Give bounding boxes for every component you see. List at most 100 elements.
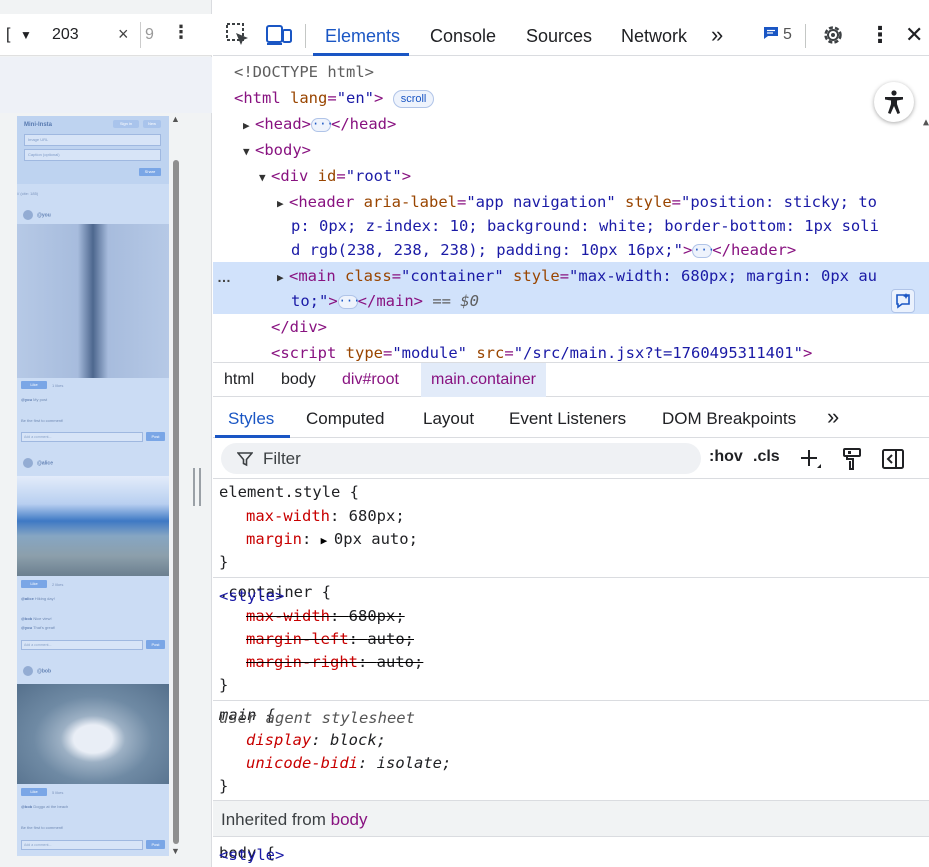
breadcrumb-div-root[interactable]: div#root (342, 371, 399, 389)
breadcrumb-main-container[interactable]: main.container (421, 363, 546, 397)
dom-node-head[interactable]: ▶ <head>···</head> (213, 112, 929, 137)
scroll-up-icon[interactable]: ▲ (171, 114, 180, 124)
tab-dom-breakpoints[interactable]: DOM Breakpoints (662, 409, 796, 429)
tab-elements[interactable]: Elements (325, 26, 400, 47)
dimensions-dropdown-icon[interactable]: ▼ (20, 28, 32, 42)
dom-node-header[interactable]: ▶ <header aria-label="app navigation" sty… (213, 190, 929, 215)
dimensions-menu-icon[interactable]: [ (6, 26, 10, 44)
breadcrumb-html[interactable]: html (224, 371, 254, 389)
dom-node-doctype[interactable]: <!DOCTYPE html> (213, 60, 929, 85)
like-button[interactable]: Like (21, 788, 47, 796)
tab-sources[interactable]: Sources (526, 26, 592, 47)
height-input[interactable] (140, 22, 158, 48)
rule-close: } (219, 553, 229, 571)
style-property[interactable]: max-width: 680px; (246, 505, 405, 528)
dom-node-div-root[interactable]: ▼ <div id="root"> (213, 164, 929, 189)
device-toolbar: [ ▼ × ⋮ (0, 14, 212, 56)
rule-close: } (219, 676, 229, 694)
collapse-triangle-icon[interactable]: ▼ (243, 139, 255, 164)
scroll-badge[interactable]: scroll (392, 89, 435, 108)
post-author[interactable]: @you (23, 210, 51, 220)
avatar (23, 210, 33, 220)
collapse-triangle-icon[interactable]: ▼ (259, 165, 271, 190)
device-viewport[interactable]: Mini-Insta Sign in New Image URL Caption… (17, 116, 169, 856)
empty-comments: Be the first to comment! (21, 825, 64, 830)
collapsed-children-icon[interactable]: ··· (692, 243, 715, 258)
post-comment-button[interactable]: Post (146, 640, 165, 649)
hover-state-toggle[interactable]: :hov (709, 448, 743, 466)
tab-layout[interactable]: Layout (423, 409, 474, 429)
device-resize-handle[interactable] (193, 468, 201, 506)
scroll-up-icon[interactable]: ▲ (923, 117, 929, 128)
device-toolbar-icon[interactable] (265, 22, 293, 48)
collapsed-children-icon[interactable]: ··· (337, 294, 360, 309)
inherited-tag-link[interactable]: body (331, 810, 368, 829)
tab-console[interactable]: Console (430, 26, 496, 47)
device-more-icon[interactable]: ⋮ (172, 22, 190, 43)
message-icon (764, 27, 778, 39)
breadcrumb-body[interactable]: body (281, 371, 316, 389)
issues-count: 5 (783, 26, 792, 43)
image-url-input[interactable]: Image URL (24, 134, 161, 146)
post-caption: @you My post (21, 397, 48, 402)
style-property-overridden[interactable]: margin-left: auto; (246, 628, 414, 651)
comment-input[interactable]: Add a comment... (21, 432, 143, 442)
device-scrollbar-thumb[interactable] (173, 160, 179, 844)
post-comment-button[interactable]: Post (146, 840, 165, 849)
tab-network[interactable]: Network (621, 26, 687, 47)
like-button[interactable]: Like (21, 580, 47, 588)
tab-computed[interactable]: Computed (306, 409, 384, 429)
dom-node-main[interactable]: ▶ <main class="container" style="max-widt… (213, 264, 929, 289)
filter-input[interactable]: Filter (221, 443, 701, 474)
accessibility-icon (885, 90, 903, 114)
expand-triangle-icon[interactable]: ▶ (277, 265, 289, 290)
comment: @bob Nice view! (21, 616, 52, 621)
more-tabs-icon[interactable]: » (711, 22, 723, 48)
dom-node-div-end[interactable]: </div> (213, 315, 929, 340)
dom-node-header-cont: p: 0px; z-index: 10; background: white; … (291, 217, 879, 235)
expand-shorthand-icon[interactable]: ▶ (321, 534, 334, 547)
class-toggle[interactable]: .cls (753, 448, 780, 466)
rule-selector[interactable]: element.style { (219, 481, 359, 504)
toggle-sidebar-icon[interactable] (881, 447, 905, 471)
avatar (23, 458, 33, 468)
style-property[interactable]: margin: ▶ 0px auto; (246, 528, 418, 551)
new-rule-icon[interactable] (799, 448, 823, 472)
dom-node-html[interactable]: <html lang="en"> scroll (213, 86, 929, 111)
caption-input[interactable]: Caption (optional) (24, 149, 161, 161)
rule-container: .container { <style> max-width: 680px; m… (213, 578, 929, 701)
post-comment-button[interactable]: Post (146, 432, 165, 441)
comment-input[interactable]: Add a comment... (21, 840, 143, 850)
app-signin-button[interactable]: Sign in (113, 120, 139, 128)
expand-triangle-icon[interactable]: ▶ (243, 113, 255, 138)
collapsed-children-icon[interactable]: ··· (311, 117, 334, 132)
more-sidebar-tabs-icon[interactable]: » (827, 404, 839, 430)
tab-event-listeners[interactable]: Event Listeners (509, 409, 626, 429)
ai-assistance-button[interactable] (891, 289, 915, 313)
width-input[interactable] (46, 22, 112, 48)
close-devtools-icon[interactable]: ✕ (905, 22, 923, 48)
scroll-down-icon[interactable]: ▼ (171, 846, 180, 856)
dom-tree: … <!DOCTYPE html> <html lang="en"> scrol… (213, 57, 929, 361)
dom-node-script[interactable]: <script type="module" src="/src/main.jsx… (213, 341, 929, 361)
accessibility-button[interactable] (874, 82, 914, 122)
avatar (23, 666, 33, 676)
expand-triangle-icon[interactable]: ▶ (277, 191, 289, 216)
settings-gear-icon[interactable] (821, 22, 845, 48)
tab-styles[interactable]: Styles (228, 409, 274, 429)
rule-element-style: element.style { max-width: 680px; margin… (213, 480, 929, 578)
post-author[interactable]: @bob (23, 666, 51, 676)
rule-source-link[interactable]: <style> (219, 844, 915, 867)
style-property-overridden[interactable]: margin-right: auto; (246, 651, 423, 674)
paint-brush-icon[interactable] (841, 447, 863, 471)
style-property-overridden[interactable]: max-width: 680px; (246, 605, 405, 628)
inspect-element-icon[interactable] (225, 22, 251, 48)
issues-badge[interactable]: 5 (763, 26, 792, 44)
comment-input[interactable]: Add a comment... (21, 640, 143, 650)
devtools-menu-icon[interactable]: ⋮ (869, 22, 891, 48)
like-button[interactable]: Like (21, 381, 47, 389)
post-author[interactable]: @alice (23, 458, 53, 468)
app-new-button[interactable]: New (143, 120, 161, 128)
share-button[interactable]: Share (139, 168, 161, 176)
dom-node-body[interactable]: ▼ <body> (213, 138, 929, 163)
